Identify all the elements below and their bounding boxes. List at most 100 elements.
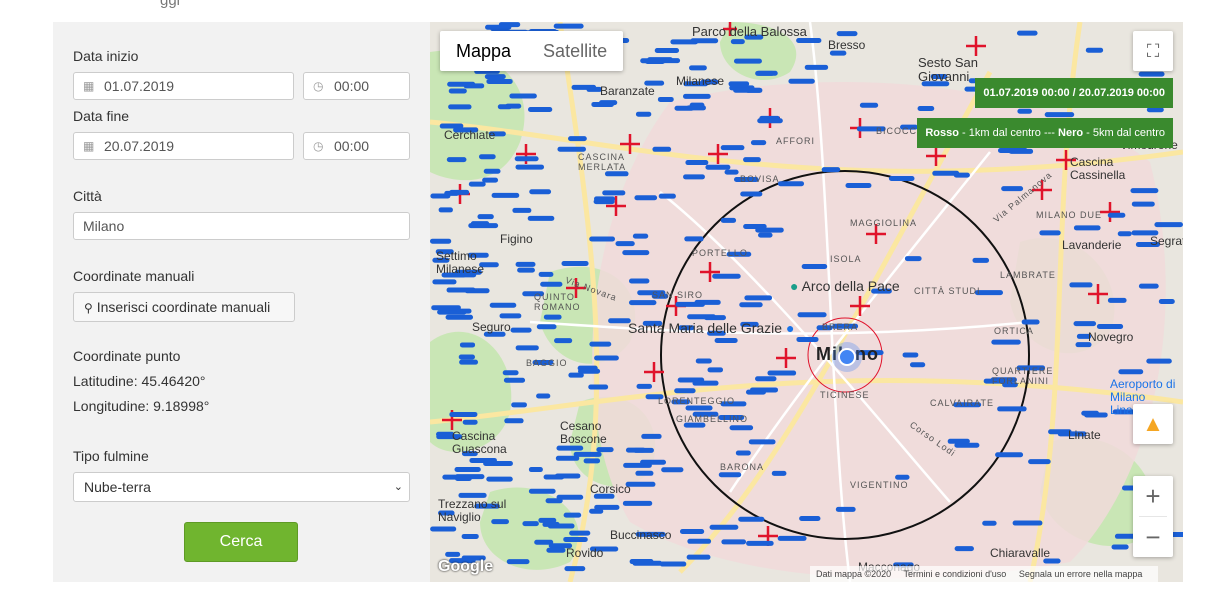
end-time-value: 00:00: [334, 138, 370, 154]
lightning-strike: [724, 169, 739, 175]
lightning-strike: [449, 411, 478, 417]
lightning-strike: [714, 338, 738, 344]
place-label: Novegro: [1088, 330, 1134, 344]
lightning-strike: [542, 521, 560, 527]
report-error-link[interactable]: Segnala un errore nella mappa: [1019, 569, 1143, 579]
street-view-pegman[interactable]: ▲: [1133, 404, 1173, 444]
lightning-strike: [514, 156, 539, 162]
district-label: LORENTEGGIO: [658, 396, 736, 406]
lightning-strike: [1117, 231, 1132, 237]
map-type-map-button[interactable]: Mappa: [440, 31, 527, 71]
lightning-strike: [571, 84, 597, 90]
place-label: Trezzano sul Naviglio: [438, 497, 507, 524]
lightning-strike: [947, 438, 970, 444]
lightning-strike: [445, 551, 461, 557]
lightning-type-select[interactable]: Nube-terra ⌄: [73, 472, 410, 502]
lightning-strike: [641, 433, 662, 439]
lightning-strike: [801, 263, 828, 269]
lightning-strike: [657, 96, 674, 102]
manual-coords-button[interactable]: ⚲ Inserisci coordinate manuali: [73, 292, 295, 322]
lightning-strike: [515, 164, 545, 170]
zoom-control: + −: [1133, 476, 1173, 557]
longitude-value: Longitudine: 9.18998°: [73, 398, 210, 414]
lightning-strike: [478, 154, 496, 160]
lightning-strike: [536, 393, 551, 399]
map-marker-icon: ⚲: [84, 301, 93, 315]
lightning-strike: [578, 368, 601, 374]
lightning-strike: [529, 189, 552, 195]
lightning-strike: [738, 516, 765, 522]
start-time-input[interactable]: ◷ 00:00: [303, 72, 410, 100]
lightning-strike: [718, 472, 742, 478]
lightning-strike: [686, 554, 711, 560]
place-label: Baranzate: [600, 84, 655, 98]
district-label: QUINTO ROMANO: [534, 292, 581, 312]
lightning-strike: [997, 406, 1027, 412]
district-label: ORTICA: [994, 326, 1034, 336]
lightning-strike: [730, 39, 745, 45]
place-label: Parco della Balossa: [692, 24, 807, 39]
district-label: VIGENTINO: [850, 480, 909, 490]
lightning-strike: [917, 105, 935, 111]
fullscreen-button[interactable]: ⛶: [1133, 31, 1173, 71]
zoom-out-button[interactable]: −: [1133, 517, 1173, 557]
lightning-strike: [456, 308, 472, 314]
lightning-strike: [1158, 298, 1175, 304]
lightning-strike: [561, 260, 589, 266]
map-canvas[interactable]: Parco della Balossa Bresso Sesto San Gio…: [430, 22, 1183, 582]
lightning-strike: [904, 256, 922, 262]
lightning-strike: [564, 566, 586, 572]
lightning-strike: [740, 191, 763, 197]
calendar-icon: ▦: [83, 139, 95, 153]
city-label: Città: [73, 188, 102, 204]
place-label: Bresso: [828, 38, 866, 52]
lightning-strike: [835, 506, 856, 512]
lightning-strike: [432, 279, 457, 285]
end-date-input[interactable]: ▦ 20.07.2019: [73, 132, 294, 160]
end-time-input[interactable]: ◷ 00:00: [303, 132, 410, 160]
lightning-strike: [692, 380, 719, 386]
lightning-strike: [1107, 297, 1127, 303]
lightning-strike: [431, 305, 461, 311]
lightning-strike: [545, 498, 563, 504]
map-footer: Dati mappa ©2020 Termini e condizioni d'…: [810, 566, 1159, 582]
lightning-strike: [1069, 282, 1093, 288]
lightning-strike: [522, 521, 539, 527]
start-date-input[interactable]: ▦ 01.07.2019: [73, 72, 294, 100]
lightning-strike: [1096, 324, 1124, 330]
lightning-strike: [635, 470, 654, 476]
lightning-strike: [482, 177, 499, 183]
lightning-type-label: Tipo fulmine: [73, 448, 149, 464]
lightning-strike: [744, 295, 773, 301]
lightning-strike: [602, 190, 626, 196]
lightning-strike: [430, 193, 451, 199]
lightning-strike: [615, 241, 635, 247]
map-type-satellite-button[interactable]: Satellite: [527, 31, 623, 71]
city-input[interactable]: Milano: [73, 212, 410, 240]
lightning-strike: [1107, 212, 1126, 218]
lightning-strike: [534, 539, 554, 545]
lightning-strike: [588, 384, 609, 390]
search-button[interactable]: Cerca: [184, 522, 298, 562]
legend-badge: Rosso - 1km dal centro --- Nero - 5km da…: [917, 118, 1173, 148]
place-label: Cerchiate: [444, 128, 496, 142]
lightning-strike: [502, 370, 519, 376]
lightning-strike: [489, 302, 517, 308]
terms-link[interactable]: Termini e condizioni d'uso: [904, 569, 1007, 579]
lightning-strike: [720, 145, 745, 151]
poi-arco-della-pace[interactable]: ● Arco della Pace: [790, 278, 900, 294]
lightning-strike: [954, 546, 974, 552]
zoom-in-button[interactable]: +: [1133, 476, 1173, 516]
lightning-strike: [528, 467, 543, 473]
lightning-strike: [468, 181, 486, 187]
location-marker[interactable]: [838, 348, 856, 366]
search-form-panel: Data inizio ▦ 01.07.2019 ◷ 00:00 Data fine…: [53, 22, 430, 582]
lightning-strike: [755, 376, 777, 382]
place-label: Linate: [1068, 428, 1101, 442]
district-label: SAN SIRO: [652, 290, 704, 300]
lightning-strike: [555, 473, 581, 479]
lightning-strike: [563, 512, 582, 518]
poi-santa-maria-delle-grazie[interactable]: Santa Maria delle Grazie ●: [628, 320, 794, 336]
manual-coords-button-label: Inserisci coordinate manuali: [96, 299, 271, 315]
lightning-strike: [461, 533, 479, 539]
